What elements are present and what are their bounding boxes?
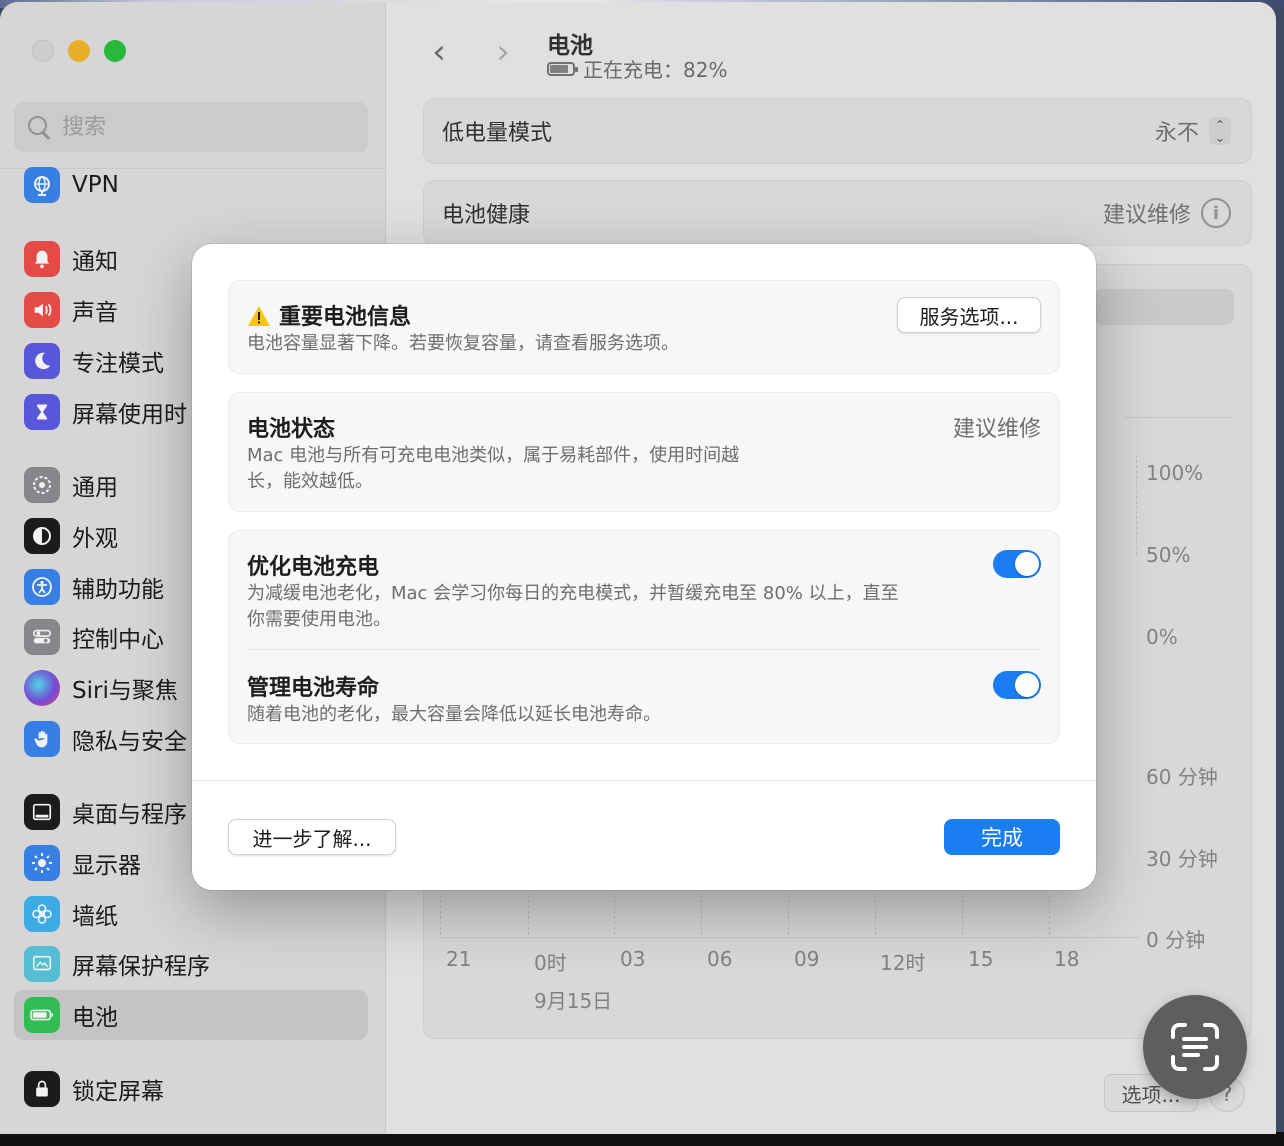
warning-title: 重要电池信息	[279, 305, 412, 330]
desktop-bottom-edge	[0, 1132, 1284, 1146]
battery-condition-title: 电池状态	[247, 417, 336, 442]
learn-more-button[interactable]: 进一步了解...	[228, 819, 396, 855]
battery-condition-value: 建议维修	[952, 417, 1041, 442]
battery-health-dialog: 重要电池信息 电池容量显著下降。若要恢复容量，请查看服务选项。 服务选项... …	[192, 244, 1096, 890]
optimized-charging-title: 优化电池充电	[247, 555, 380, 580]
card-divider	[247, 649, 1041, 650]
live-text-button[interactable]	[1143, 995, 1247, 1099]
battery-condition-description-line1: Mac 电池与所有可充电电池类似，属于易耗部件，使用时间越	[247, 445, 740, 466]
text-scan-icon	[1171, 1023, 1219, 1071]
service-options-button[interactable]: 服务选项...	[897, 297, 1041, 333]
optimized-charging-toggle[interactable]	[993, 550, 1041, 578]
battery-health-management-toggle[interactable]	[993, 671, 1041, 699]
warning-description: 电池容量显著下降。若要恢复容量，请查看服务选项。	[247, 333, 679, 354]
battery-condition-card: 电池状态 建议维修 Mac 电池与所有可充电电池类似，属于易耗部件，使用时间越 …	[228, 392, 1060, 512]
battery-health-management-title: 管理电池寿命	[247, 676, 380, 701]
dialog-footer-divider	[192, 780, 1096, 781]
charging-settings-card: 优化电池充电 为减缓电池老化，Mac 会学习你每日的充电模式，并暂缓充电至 80…	[228, 530, 1060, 744]
done-button[interactable]: 完成	[944, 819, 1060, 855]
warning-title-row: 重要电池信息	[247, 299, 411, 331]
battery-health-management-description: 随着电池的老化，最大容量会降低以延长电池寿命。	[247, 704, 661, 725]
warning-card: 重要电池信息 电池容量显著下降。若要恢复容量，请查看服务选项。 服务选项...	[228, 280, 1060, 374]
optimized-charging-description-line1: 为减缓电池老化，Mac 会学习你每日的充电模式，并暂缓充电至 80% 以上，直至	[247, 583, 899, 604]
optimized-charging-description-line2: 你需要使用电池。	[247, 609, 391, 630]
warning-icon	[248, 306, 270, 326]
battery-condition-description-line2: 长，能效越低。	[247, 471, 373, 492]
